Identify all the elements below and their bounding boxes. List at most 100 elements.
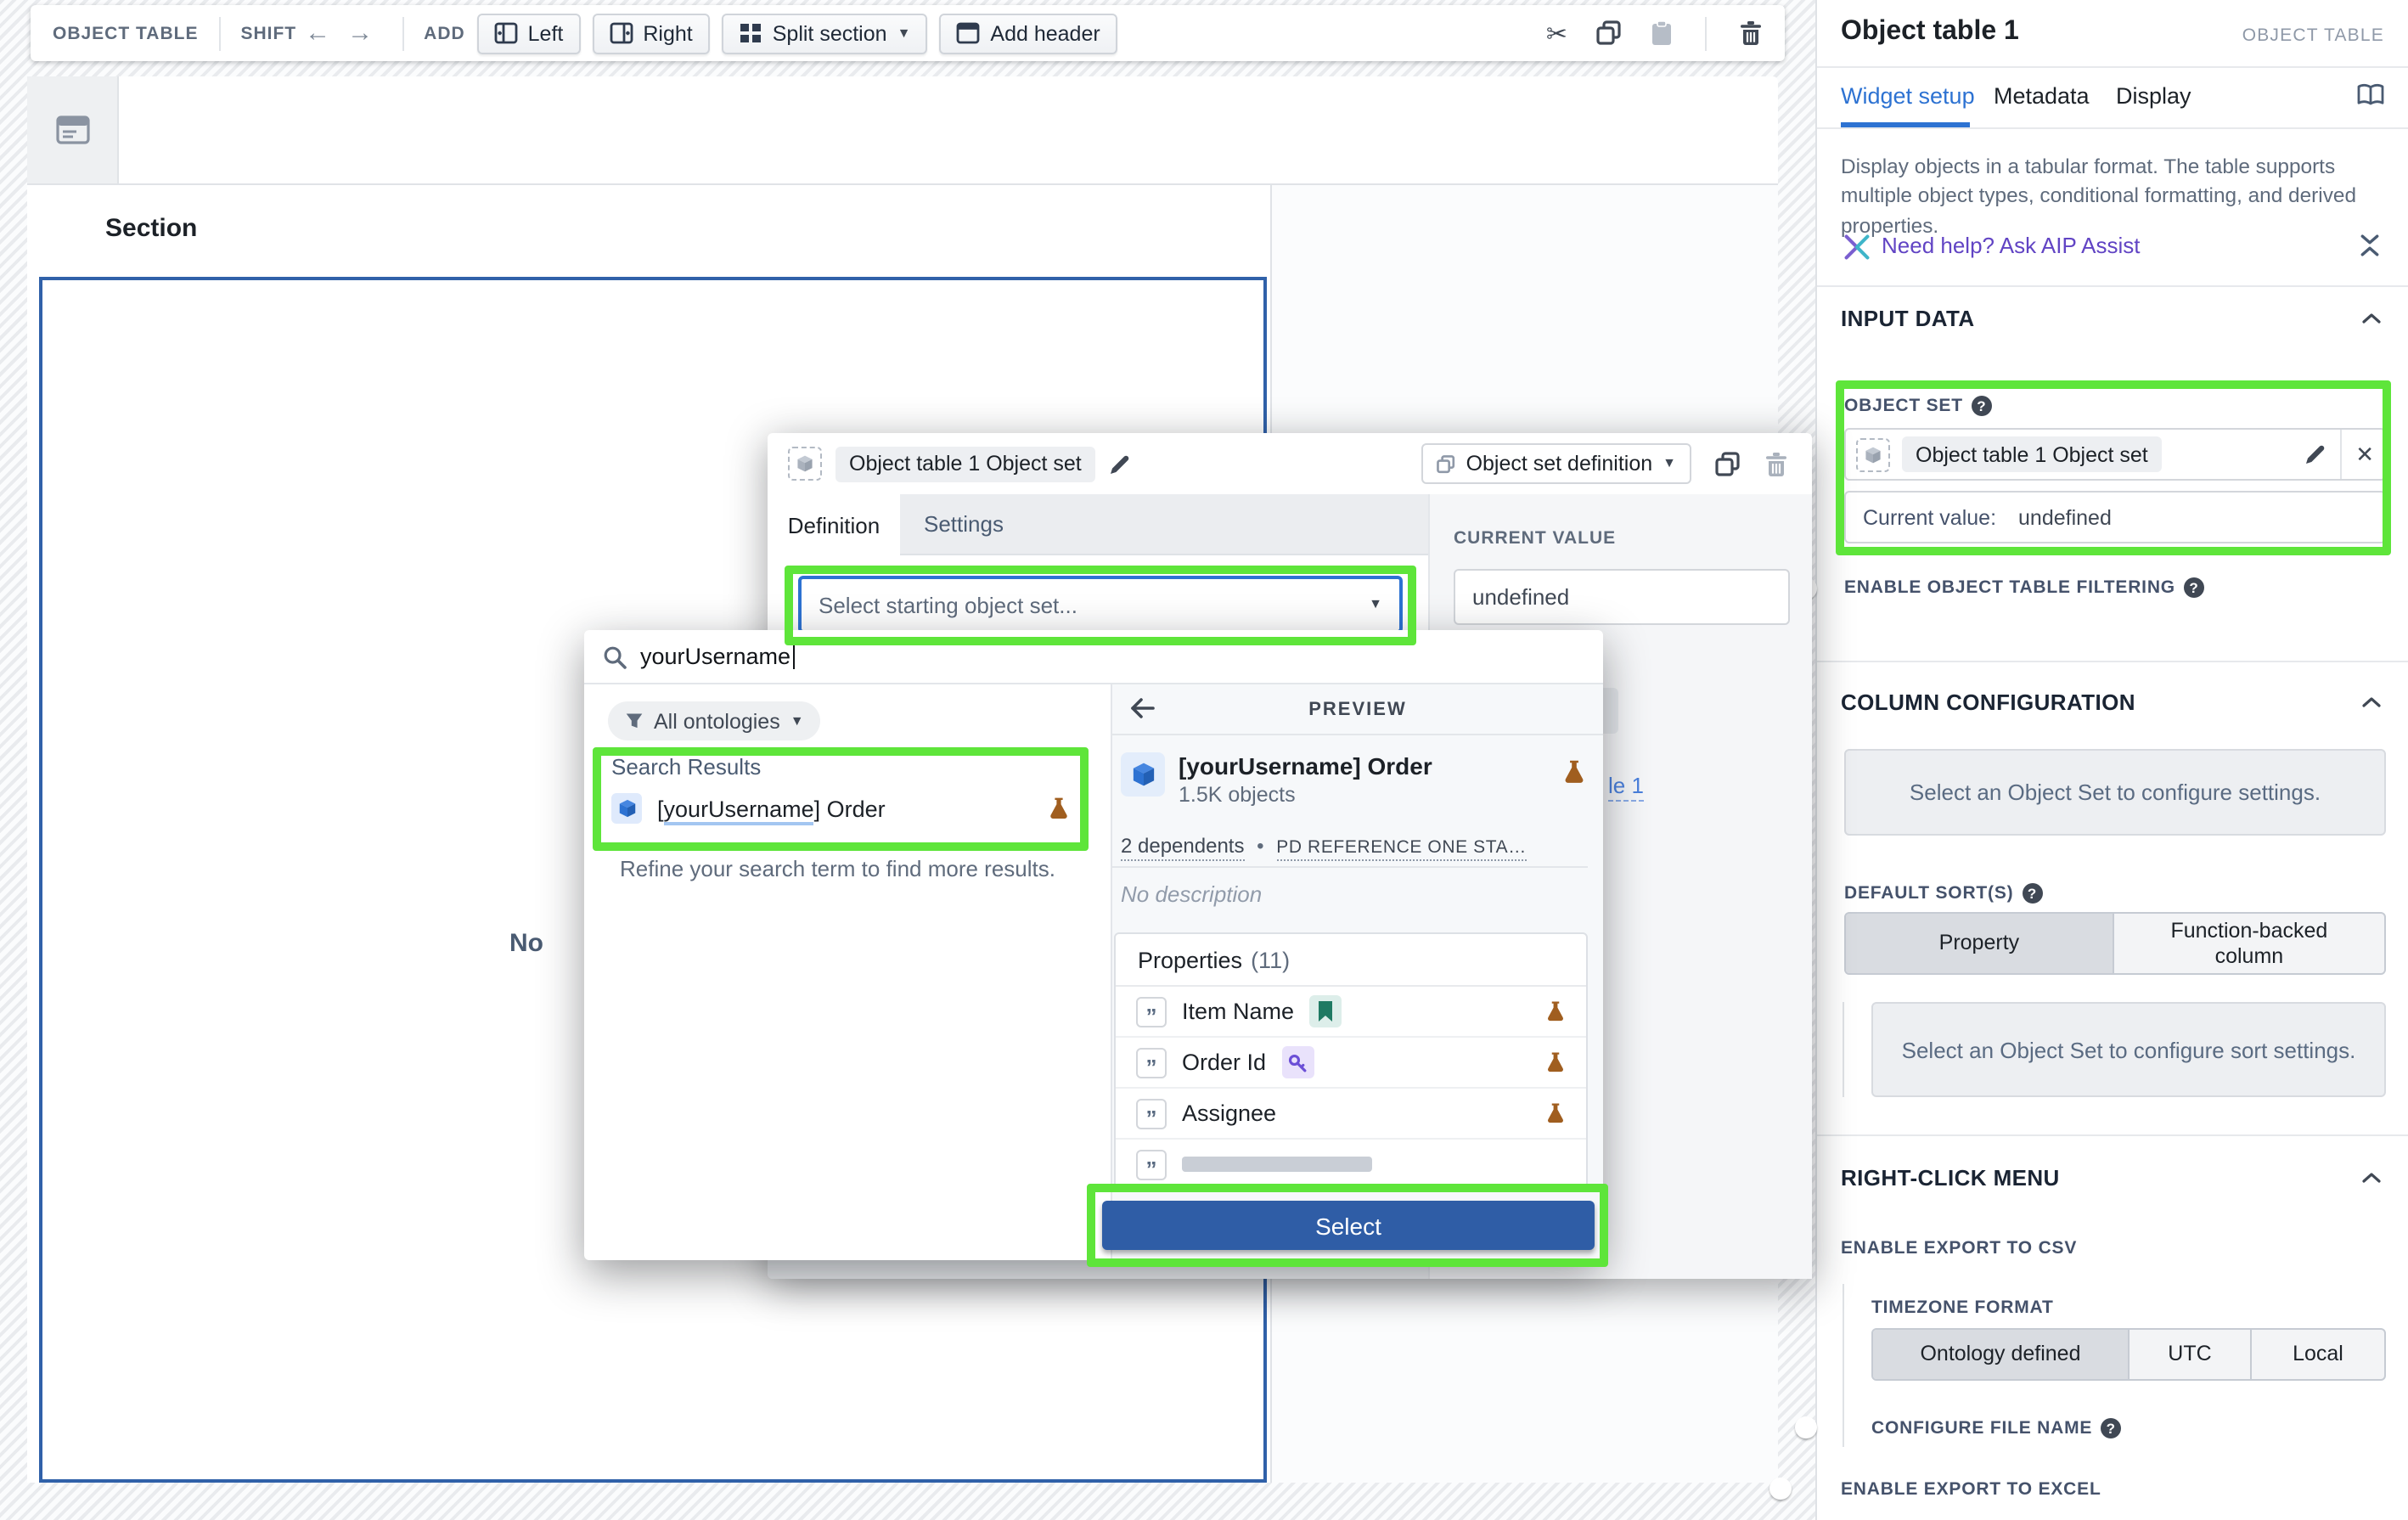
sort-type-function[interactable]: Function-backed column	[2114, 914, 2384, 973]
object-set-label-row: OBJECT SET ?	[1844, 396, 1992, 416]
title-key-icon	[1309, 995, 1342, 1027]
paste-icon[interactable]	[1651, 20, 1673, 46]
divider	[218, 16, 220, 50]
text-cursor	[792, 644, 795, 669]
dependents-link[interactable]: 2 dependents	[1121, 834, 1244, 861]
tab-strip: Settings	[900, 494, 1428, 555]
modal-tabs: Definition Settings	[768, 494, 1428, 555]
current-value-box: undefined	[1454, 569, 1790, 625]
property-row-partial: ”	[1116, 1140, 1586, 1189]
cut-icon[interactable]: ✂	[1546, 18, 1567, 48]
collapse-section-icon[interactable]	[2362, 312, 2381, 324]
current-value-row: Current value: undefined	[1844, 491, 2386, 543]
partial-object-link[interactable]: le 1	[1608, 773, 1644, 802]
preview-entity-name: [yourUsername] Order	[1179, 752, 1432, 780]
preview-title: PREVIEW	[1308, 699, 1406, 719]
add-right-button[interactable]: Right	[592, 13, 709, 53]
reference-link[interactable]: PD REFERENCE ONE STA…	[1276, 837, 1527, 861]
sidebar-tabs: Widget setup Metadata Display	[1817, 68, 2408, 129]
search-query-text: yourUsername	[640, 644, 790, 669]
ontology-filter[interactable]: All ontologies ▼	[608, 701, 821, 740]
no-description-text: No description	[1121, 881, 1262, 907]
export-csv-label: ENABLE EXPORT TO CSV	[1841, 1238, 2077, 1258]
filtering-label-row: ENABLE OBJECT TABLE FILTERING ?	[1844, 577, 2204, 598]
current-value-label: Current value:	[1863, 505, 1996, 529]
object-type-icon-large	[1121, 752, 1165, 797]
delete-icon[interactable]	[1739, 20, 1763, 46]
object-set-name-chip[interactable]: Object table 1 Object set	[835, 446, 1095, 481]
back-arrow-icon[interactable]	[1129, 696, 1156, 720]
sidebar-header: Object table 1 OBJECT TABLE	[1817, 0, 2408, 68]
timezone-segmented: Ontology defined UTC Local	[1871, 1328, 2386, 1381]
collapse-icon[interactable]	[2359, 234, 2381, 256]
export-excel-label: ENABLE EXPORT TO EXCEL	[1841, 1479, 2101, 1500]
help-icon[interactable]: ?	[2022, 883, 2042, 904]
help-icon[interactable]: ?	[1972, 396, 1992, 416]
duplicate-icon[interactable]	[1596, 20, 1622, 46]
divider	[2340, 430, 2342, 479]
search-result-item[interactable]: [yourUsername] Order	[611, 783, 1083, 834]
object-set-parameter-icon	[788, 447, 822, 481]
default-sorts-label: DEFAULT SORT(S)	[1844, 883, 2013, 904]
object-set-definition-label: Object set definition	[1466, 452, 1653, 476]
section-widget-tile[interactable]	[27, 76, 119, 183]
section-header[interactable]: Section	[27, 185, 1270, 270]
widget-config-sidebar: Object table 1 OBJECT TABLE Widget setup…	[1815, 0, 2408, 1520]
clipped-placeholder-text: No	[509, 929, 543, 958]
property-row[interactable]: ” Order Id	[1116, 1038, 1586, 1089]
tab-definition[interactable]: Definition	[768, 494, 900, 555]
bullet: •	[1257, 834, 1263, 858]
divider	[1817, 1134, 2408, 1136]
tab-widget-setup[interactable]: Widget setup	[1841, 83, 1975, 109]
tab-metadata[interactable]: Metadata	[1994, 83, 2090, 109]
search-result-label: [yourUsername] Order	[657, 796, 886, 821]
aip-logo-icon	[1844, 234, 1870, 260]
add-header-button[interactable]: Add header	[939, 13, 1117, 53]
timezone-utc[interactable]: UTC	[2130, 1330, 2252, 1379]
header-icon	[956, 22, 980, 44]
split-section-button[interactable]: Split section ▼	[722, 13, 928, 53]
preview-object-count: 1.5K objects	[1179, 783, 1296, 807]
object-set-parameter-row[interactable]: Object table 1 Object set ✕	[1844, 428, 2386, 481]
search-input[interactable]: yourUsername	[640, 644, 795, 669]
help-icon[interactable]: ?	[2184, 577, 2204, 598]
section-title: Section	[105, 213, 197, 242]
modal-bottom-strip	[768, 1260, 1428, 1279]
delete-variable-icon[interactable]	[1764, 451, 1788, 476]
clear-icon[interactable]: ✕	[2355, 443, 2374, 465]
sort-type-property[interactable]: Property	[1846, 914, 2114, 973]
tab-display[interactable]: Display	[2116, 83, 2191, 109]
property-row[interactable]: ” Assignee	[1116, 1089, 1586, 1140]
add-left-button[interactable]: Left	[477, 13, 581, 53]
shift-label: SHIFT	[240, 23, 296, 43]
shift-right-icon[interactable]: →	[347, 20, 373, 46]
starting-object-set-select[interactable]: Select starting object set... ▼	[798, 576, 1403, 633]
property-row[interactable]: ” Item Name	[1116, 987, 1586, 1038]
documentation-book-icon[interactable]	[2357, 83, 2384, 107]
timezone-ontology-defined[interactable]: Ontology defined	[1873, 1330, 2130, 1379]
chevron-down-icon: ▼	[1369, 598, 1382, 611]
properties-card: Properties (11) ” Item Name	[1114, 932, 1588, 1189]
tab-settings[interactable]: Settings	[924, 511, 1004, 537]
object-set-label: OBJECT SET	[1844, 396, 1963, 416]
duplicate-variable-icon[interactable]	[1715, 451, 1741, 476]
widget-title: Object table 1	[1841, 17, 2019, 48]
aip-assist-link[interactable]: Need help? Ask AIP Assist	[1882, 233, 2141, 258]
select-button[interactable]: Select	[1102, 1201, 1595, 1250]
edit-name-icon[interactable]	[1109, 453, 1131, 475]
search-icon	[603, 645, 627, 668]
object-set-definition-select[interactable]: Object set definition ▼	[1422, 443, 1691, 484]
properties-header: Properties (11)	[1116, 934, 1586, 987]
starting-object-set-placeholder: Select starting object set...	[819, 592, 1077, 617]
help-icon[interactable]: ?	[2101, 1418, 2121, 1438]
timezone-local[interactable]: Local	[2252, 1330, 2384, 1379]
canvas-top-strip	[27, 76, 1778, 185]
edit-icon[interactable]	[2304, 443, 2326, 465]
object-set-name-chip[interactable]: Object table 1 Object set	[1902, 436, 2162, 472]
collapse-section-icon[interactable]	[2362, 1172, 2381, 1184]
collapse-section-icon[interactable]	[2362, 696, 2381, 708]
column-config-placeholder: Select an Object Set to configure settin…	[1844, 749, 2386, 836]
experimental-flask-icon	[1562, 759, 1586, 785]
shift-left-icon[interactable]: ←	[305, 20, 330, 46]
window-layout-icon	[55, 115, 89, 144]
